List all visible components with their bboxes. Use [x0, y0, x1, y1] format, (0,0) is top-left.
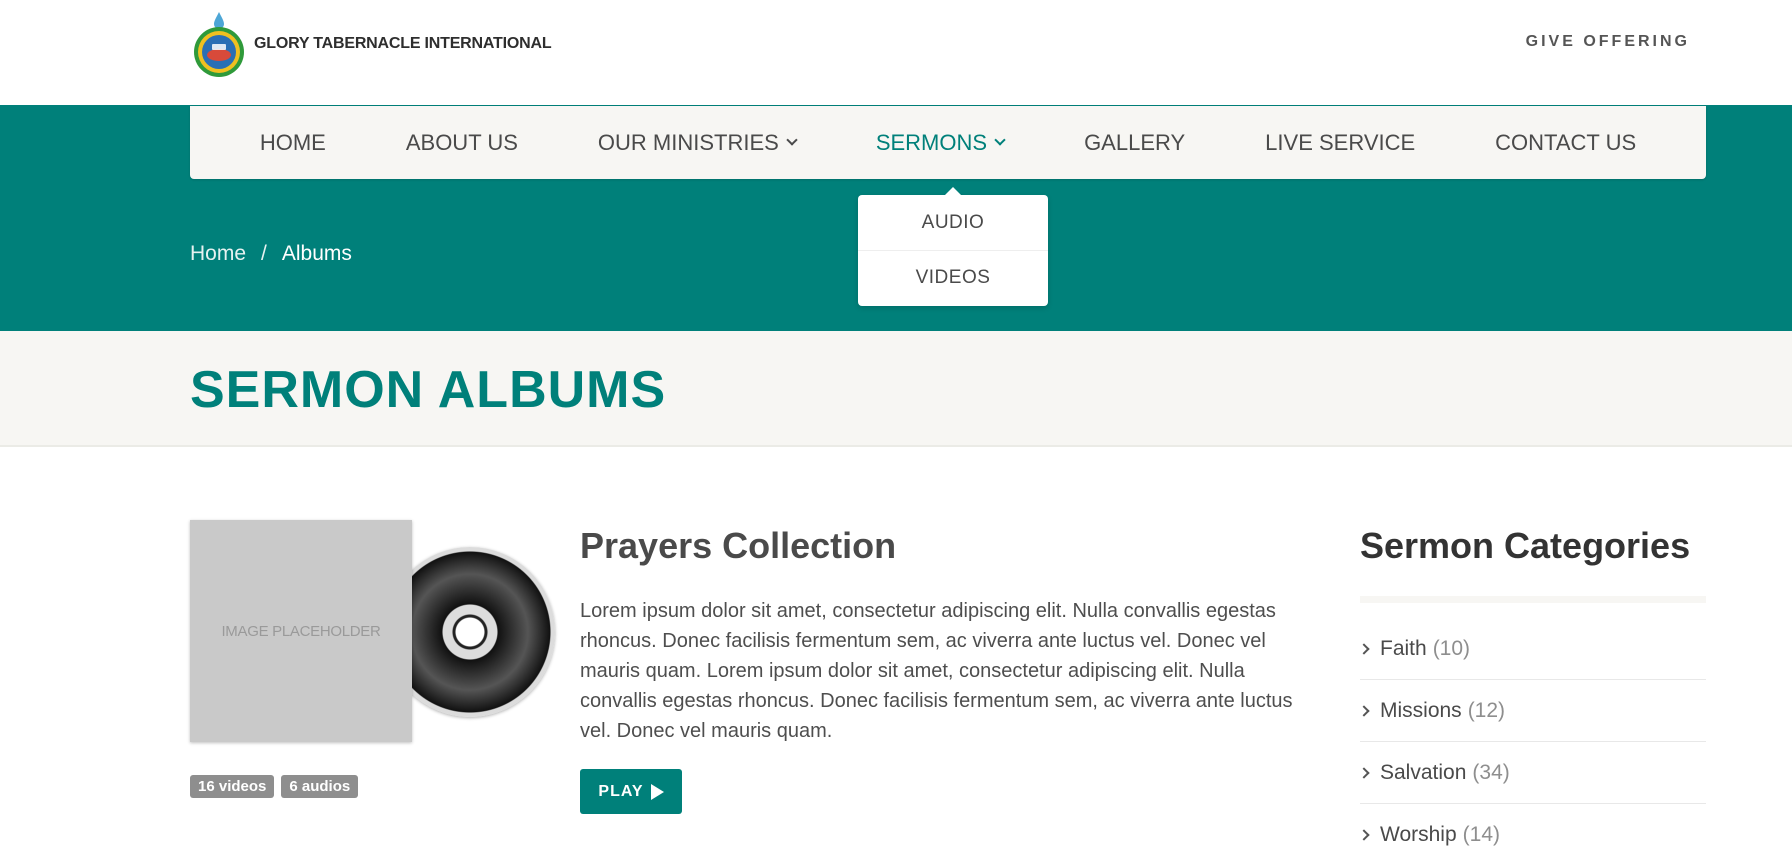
top-bar: GLORY TABERNACLE INTERNATIONAL GIVE OFFE… [0, 0, 1792, 105]
nav-home[interactable]: HOME [220, 130, 366, 156]
nav-label: OUR MINISTRIES [597, 129, 779, 155]
play-button-label: PLAY [598, 782, 644, 800]
album-cover[interactable]: IMAGE PLACEHOLDER [190, 520, 555, 745]
play-icon [650, 783, 664, 800]
main-nav: HOME ABOUT US OUR MINISTRIES SERMONS GAL… [190, 106, 1706, 179]
category-count: (12) [1467, 698, 1506, 722]
breadcrumb-home-link[interactable]: Home [190, 242, 246, 266]
nav-gallery[interactable]: GALLERY [1044, 130, 1225, 156]
nav-label: SERMONS [875, 129, 988, 155]
nav-about-us[interactable]: ABOUT US [366, 130, 558, 156]
nav-label: ABOUT US [405, 129, 518, 155]
page-title-strip: SERMON ALBUMS [0, 331, 1792, 447]
breadcrumb-current: Albums [281, 242, 352, 265]
nav-label: HOME [259, 129, 326, 155]
category-item-worship[interactable]: Worship (14) [1358, 804, 1706, 855]
album-image-placeholder: IMAGE PLACEHOLDER [190, 520, 412, 742]
give-offering-link[interactable]: GIVE OFFERING [1526, 33, 1690, 51]
sidebar-title: Sermon Categories [1360, 525, 1691, 566]
category-item-missions[interactable]: Missions (12) [1358, 680, 1706, 742]
chevron-right-icon [1358, 704, 1370, 717]
nav-label: LIVE SERVICE [1265, 129, 1416, 155]
page-title: SERMON ALBUMS [190, 361, 667, 419]
category-list: Faith (10) Missions (12) Salvation (34) … [1358, 618, 1706, 855]
church-logo-icon [190, 10, 248, 78]
nav-live-service[interactable]: LIVE SERVICE [1225, 130, 1455, 156]
category-name: Worship [1380, 822, 1457, 846]
category-count: (10) [1432, 636, 1471, 660]
album-description: Lorem ipsum dolor sit amet, consectetur … [580, 600, 1293, 742]
nav-our-ministries[interactable]: OUR MINISTRIES [558, 130, 836, 156]
category-item-faith[interactable]: Faith (10) [1358, 618, 1706, 680]
dropdown-item-videos[interactable]: VIDEOS [858, 250, 1048, 305]
chevron-down-icon [786, 134, 798, 146]
nav-label: GALLERY [1084, 129, 1186, 155]
videos-count-badge: 16 videos [190, 775, 275, 798]
category-item-salvation[interactable]: Salvation (34) [1358, 742, 1706, 804]
site-name: GLORY TABERNACLE INTERNATIONAL [254, 35, 552, 52]
chevron-right-icon [1358, 766, 1370, 779]
chevron-right-icon [1358, 642, 1370, 655]
nav-sermons[interactable]: SERMONS [836, 130, 1044, 156]
breadcrumb: Home / Albums [190, 242, 352, 266]
category-count: (14) [1462, 822, 1500, 846]
site-logo[interactable]: GLORY TABERNACLE INTERNATIONAL [190, 10, 552, 78]
chevron-down-icon [994, 134, 1006, 146]
album-title[interactable]: Prayers Collection [580, 525, 896, 567]
dropdown-item-audio[interactable]: AUDIO [858, 195, 1048, 250]
category-name: Faith [1380, 636, 1427, 660]
breadcrumb-separator: / [261, 242, 267, 265]
chevron-right-icon [1358, 828, 1370, 841]
category-name: Salvation [1380, 760, 1467, 784]
nav-label: CONTACT US [1495, 129, 1637, 155]
sidebar-divider [1360, 596, 1706, 603]
play-button[interactable]: PLAY [580, 769, 682, 814]
audios-count-badge: 6 audios [281, 775, 359, 798]
category-name: Missions [1380, 698, 1462, 722]
sermons-dropdown-menu: AUDIO VIDEOS [858, 187, 1048, 306]
nav-contact-us[interactable]: CONTACT US [1455, 130, 1676, 156]
album-media-counts: 16 videos 6 audios [190, 775, 359, 798]
category-count: (34) [1472, 760, 1510, 784]
